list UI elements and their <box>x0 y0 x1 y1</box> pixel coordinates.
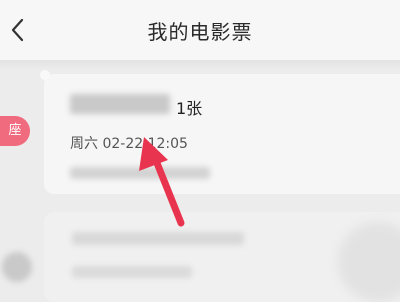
movie-name-blurred <box>70 94 170 114</box>
ticket-2-badge-blurred <box>2 252 32 282</box>
cinema-info-blurred <box>70 167 210 179</box>
ticket-2-line-2-blurred <box>72 266 192 278</box>
ticket-notch <box>40 70 50 80</box>
showtime: 周六 02-22 12:05 <box>70 136 188 152</box>
ticket-count: 1张 <box>176 99 203 118</box>
page-title: 我的电影票 <box>147 20 253 44</box>
header-divider <box>0 60 400 70</box>
top-bar: 我的电影票 <box>0 0 400 60</box>
seat-badge: 座 <box>0 116 30 146</box>
ticket-2-line-1-blurred <box>72 232 244 245</box>
